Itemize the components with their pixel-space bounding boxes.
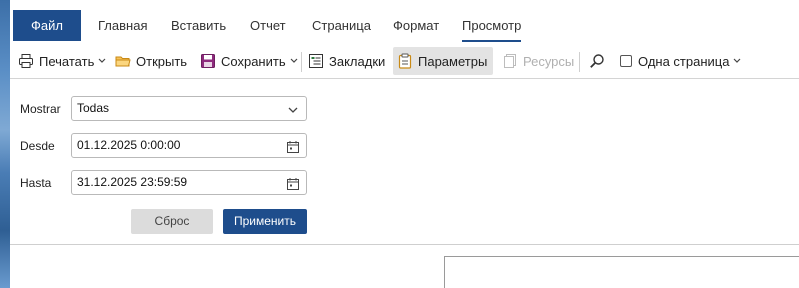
resources-button[interactable]: Ресурсы	[498, 47, 578, 75]
to-value: 31.12.2025 23:59:59	[77, 175, 188, 189]
from-label: Desde	[20, 139, 55, 153]
search-icon	[589, 53, 605, 69]
print-button[interactable]: Печатать	[14, 47, 110, 75]
open-button[interactable]: Открыть	[111, 47, 191, 75]
chevron-down-icon	[290, 56, 298, 66]
to-date-input[interactable]: 31.12.2025 23:59:59	[71, 170, 307, 195]
bookmarks-label: Закладки	[329, 53, 386, 69]
chevron-down-icon	[733, 56, 741, 66]
from-value: 01.12.2025 0:00:00	[77, 138, 181, 152]
show-label: Mostrar	[20, 102, 61, 116]
tab-file[interactable]: Файл	[13, 10, 81, 41]
from-date-input[interactable]: 01.12.2025 0:00:00	[71, 133, 307, 158]
toolbar-divider	[579, 52, 580, 72]
one-page-checkbox[interactable]	[620, 55, 632, 67]
toolbar-divider	[301, 52, 302, 72]
apply-button[interactable]: Применить	[223, 209, 307, 234]
report-viewer-window: Файл Главная Вставить Отчет Страница Фор…	[10, 0, 799, 288]
reset-button[interactable]: Сброс	[131, 209, 213, 234]
chevron-down-icon	[286, 102, 300, 116]
to-label: Hasta	[20, 176, 52, 190]
show-select[interactable]: Todas	[71, 96, 307, 121]
clipboard-icon	[397, 53, 413, 69]
tab-preview[interactable]: Просмотр	[462, 10, 522, 42]
desktop-background	[0, 0, 10, 288]
resources-icon	[502, 53, 518, 69]
calendar-icon[interactable]	[286, 139, 300, 153]
open-label: Открыть	[136, 53, 188, 69]
menu-bar: Файл Главная Вставить Отчет Страница Фор…	[10, 0, 799, 44]
parameters-label: Параметры	[418, 53, 488, 69]
one-page-toggle[interactable]: Одна страница	[616, 47, 745, 75]
one-page-label: Одна страница	[638, 53, 730, 69]
show-value: Todas	[77, 101, 110, 115]
floppy-disk-icon	[200, 53, 216, 69]
calendar-icon[interactable]	[286, 176, 300, 190]
save-button[interactable]: Сохранить	[196, 47, 302, 75]
resources-label: Ресурсы	[523, 53, 575, 69]
folder-icon	[115, 53, 131, 69]
tab-page[interactable]: Страница	[312, 10, 371, 41]
tab-format[interactable]: Формат	[393, 10, 439, 41]
bookmarks-icon	[308, 53, 324, 69]
parameters-panel: Mostrar Todas Desde 01.12.2025 0:00:00 H…	[10, 80, 799, 245]
toolbar: Печатать Открыть Сохранить Закладки Пара…	[10, 44, 799, 79]
printer-icon	[18, 53, 34, 69]
print-label: Печатать	[39, 53, 95, 69]
tab-report[interactable]: Отчет	[250, 10, 286, 41]
tab-home[interactable]: Главная	[98, 10, 147, 41]
chevron-down-icon	[98, 56, 106, 66]
bookmarks-button[interactable]: Закладки	[304, 47, 389, 75]
tab-insert[interactable]: Вставить	[171, 10, 226, 41]
parameters-button[interactable]: Параметры	[393, 47, 493, 75]
search-button[interactable]	[585, 47, 609, 75]
report-page-preview	[444, 256, 799, 288]
save-label: Сохранить	[221, 53, 286, 69]
